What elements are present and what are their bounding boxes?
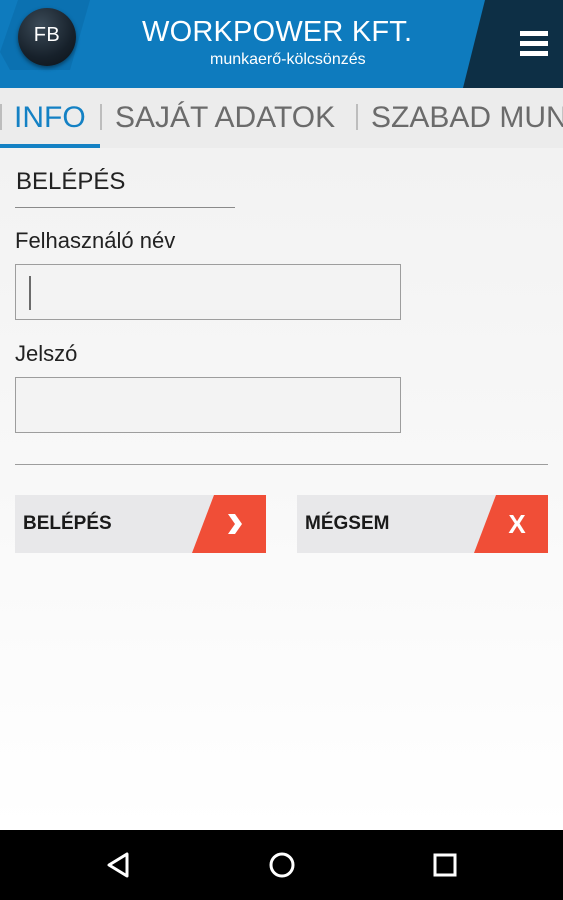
tab-separator	[356, 104, 358, 130]
home-button[interactable]	[242, 830, 322, 900]
logo: FB	[18, 8, 78, 68]
recents-button[interactable]	[405, 830, 485, 900]
tab-label: SZABAD MUN	[371, 101, 563, 134]
form-divider	[15, 464, 548, 465]
close-icon: X	[508, 508, 526, 539]
cancel-button-label: MÉGSEM	[305, 513, 390, 534]
cancel-button[interactable]: MÉGSEM X	[297, 495, 548, 553]
system-navigation-bar	[0, 830, 563, 900]
username-field[interactable]	[15, 264, 401, 320]
tab-separator	[100, 104, 102, 130]
login-button[interactable]: BELÉPÉS	[15, 495, 266, 553]
section-title: BELÉPÉS	[16, 168, 126, 195]
tab-bar: INFO SAJÁT ADATOK SZABAD MUN	[0, 88, 563, 148]
tab-label: INFO	[14, 101, 86, 134]
username-label: Felhasználó név	[15, 228, 176, 253]
login-form: BELÉPÉS Felhasználó név Jelszó BELÉPÉS M…	[0, 148, 563, 830]
tab-sajat-adatok[interactable]: SAJÁT ADATOK	[115, 88, 335, 148]
tab-szabad-munkak[interactable]: SZABAD MUN	[371, 88, 563, 148]
tab-label: SAJÁT ADATOK	[115, 101, 336, 134]
login-button-label: BELÉPÉS	[23, 513, 112, 534]
logo-badge: FB	[18, 8, 76, 66]
tab-info[interactable]: INFO	[14, 88, 86, 148]
password-label: Jelszó	[15, 341, 78, 366]
back-triangle-icon	[107, 852, 129, 878]
logo-text: FB	[33, 23, 61, 46]
home-circle-icon	[269, 852, 295, 878]
recents-square-icon	[433, 853, 457, 877]
text-cursor	[29, 276, 31, 310]
brand-tagline: munkaerő-kölcsönzés	[210, 51, 366, 68]
menu-button[interactable]	[483, 0, 563, 88]
tab-separator	[0, 104, 2, 130]
chevron-right-icon	[222, 495, 248, 553]
brand-name: WORKPOWER KFT.	[142, 16, 413, 48]
hamburger-menu-icon	[520, 31, 548, 57]
app-header: FB WORKPOWER KFT. munkaerő-kölcsönzés	[0, 0, 563, 88]
back-button[interactable]	[78, 830, 158, 900]
password-field[interactable]	[15, 377, 401, 433]
section-underline	[15, 207, 235, 208]
